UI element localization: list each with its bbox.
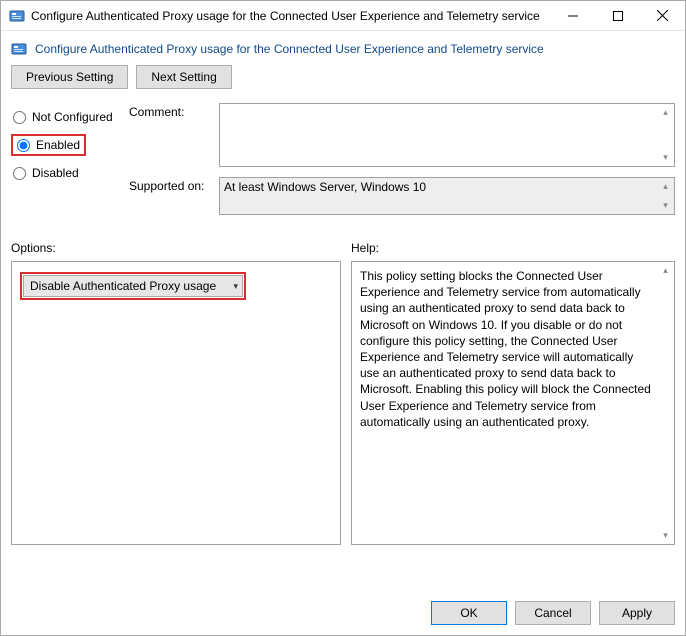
app-icon bbox=[9, 8, 25, 24]
supported-field: At least Windows Server, Windows 10 ▴ ▾ bbox=[219, 177, 675, 215]
previous-setting-button[interactable]: Previous Setting bbox=[11, 65, 128, 89]
help-scroll[interactable]: ▴ ▾ bbox=[657, 262, 674, 544]
comment-field[interactable]: ▴ ▾ bbox=[219, 103, 675, 167]
radio-disabled-label: Disabled bbox=[32, 166, 79, 180]
proxy-usage-dropdown-highlight: Disable Authenticated Proxy usage ▾ bbox=[20, 272, 246, 300]
window-title: Configure Authenticated Proxy usage for … bbox=[31, 9, 550, 23]
radio-disabled-input[interactable] bbox=[13, 167, 26, 180]
dialog-footer: OK Cancel Apply bbox=[431, 601, 675, 625]
radio-not-configured-label: Not Configured bbox=[32, 110, 113, 124]
scroll-down-icon[interactable]: ▾ bbox=[657, 149, 674, 166]
next-setting-button[interactable]: Next Setting bbox=[136, 65, 231, 89]
maximize-button[interactable] bbox=[595, 1, 640, 30]
policy-header: Configure Authenticated Proxy usage for … bbox=[1, 31, 685, 63]
radio-enabled[interactable]: Enabled bbox=[11, 134, 86, 156]
supported-value: At least Windows Server, Windows 10 bbox=[224, 180, 426, 194]
nav-row: Previous Setting Next Setting bbox=[1, 63, 685, 103]
close-button[interactable] bbox=[640, 1, 685, 30]
ok-button[interactable]: OK bbox=[431, 601, 507, 625]
cancel-button[interactable]: Cancel bbox=[515, 601, 591, 625]
comment-scroll[interactable]: ▴ ▾ bbox=[657, 104, 674, 166]
comment-label: Comment: bbox=[129, 103, 219, 167]
scroll-down-icon: ▾ bbox=[657, 197, 674, 214]
radio-enabled-input[interactable] bbox=[17, 139, 30, 152]
help-text: This policy setting blocks the Connected… bbox=[360, 269, 651, 429]
proxy-usage-dropdown[interactable]: Disable Authenticated Proxy usage ▾ bbox=[23, 275, 243, 297]
scroll-down-icon[interactable]: ▾ bbox=[657, 527, 674, 544]
policy-title: Configure Authenticated Proxy usage for … bbox=[35, 42, 544, 56]
options-label: Options: bbox=[11, 241, 351, 255]
scroll-up-icon: ▴ bbox=[657, 178, 674, 195]
help-label: Help: bbox=[351, 241, 379, 255]
policy-icon bbox=[11, 41, 27, 57]
apply-button[interactable]: Apply bbox=[599, 601, 675, 625]
window-titlebar: Configure Authenticated Proxy usage for … bbox=[1, 1, 685, 31]
radio-disabled[interactable]: Disabled bbox=[11, 161, 129, 185]
scroll-up-icon[interactable]: ▴ bbox=[657, 262, 674, 279]
supported-scroll: ▴ ▾ bbox=[657, 178, 674, 214]
chevron-down-icon: ▾ bbox=[233, 281, 238, 292]
section-labels: Options: Help: bbox=[1, 225, 685, 261]
help-pane: This policy setting blocks the Connected… bbox=[351, 261, 675, 545]
radio-enabled-label: Enabled bbox=[36, 138, 80, 152]
minimize-button[interactable] bbox=[550, 1, 595, 30]
proxy-usage-dropdown-value: Disable Authenticated Proxy usage bbox=[30, 279, 216, 293]
supported-label: Supported on: bbox=[129, 177, 219, 215]
radio-not-configured-input[interactable] bbox=[13, 111, 26, 124]
scroll-up-icon[interactable]: ▴ bbox=[657, 104, 674, 121]
options-pane: Disable Authenticated Proxy usage ▾ bbox=[11, 261, 341, 545]
state-radio-group: Not Configured Enabled Disabled bbox=[11, 103, 129, 225]
radio-not-configured[interactable]: Not Configured bbox=[11, 105, 129, 129]
